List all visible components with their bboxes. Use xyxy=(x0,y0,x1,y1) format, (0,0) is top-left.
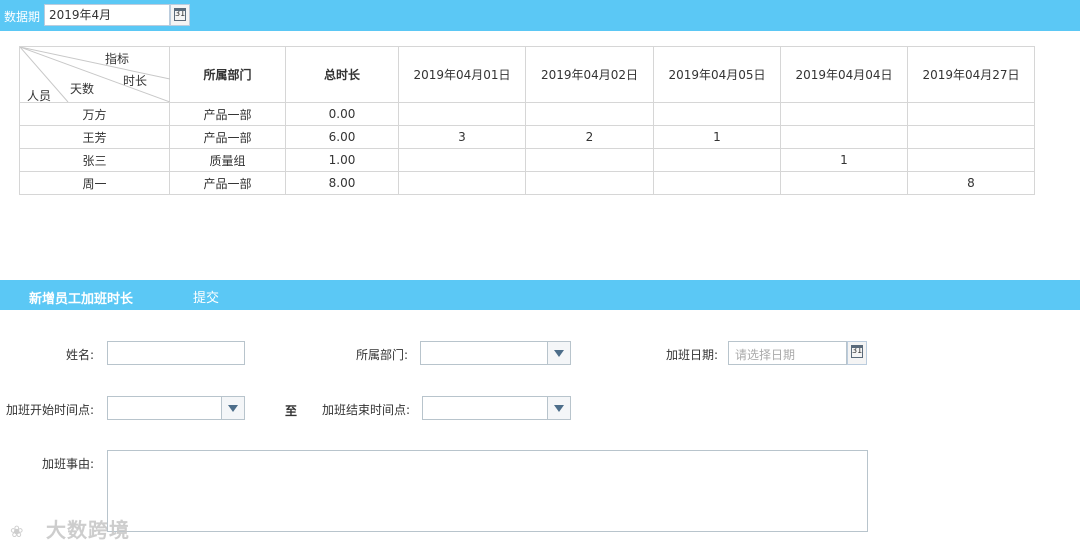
submit-button[interactable]: 提交 xyxy=(193,287,219,306)
chevron-down-icon[interactable] xyxy=(547,397,570,419)
date-label: 加班日期: xyxy=(665,348,718,362)
cell-name: 万方 xyxy=(19,102,170,126)
cell-day-value xyxy=(653,102,781,126)
corner-header-cell: 指标 时长 天数 人员 xyxy=(19,46,170,103)
start-time-select[interactable] xyxy=(107,396,245,420)
cell-day-value: 1 xyxy=(780,148,908,172)
reason-label: 加班事由: xyxy=(41,457,94,471)
start-time-label: 加班开始时间点: xyxy=(5,403,94,417)
watermark-text: 大数跨境 xyxy=(46,518,130,542)
table-row: 张三 质量组 1.00 1 xyxy=(19,148,1035,172)
cell-day-value xyxy=(907,148,1035,172)
header-dept: 所属部门 xyxy=(169,46,286,103)
overtime-table: 指标 时长 天数 人员 所属部门 总时长 2019年04月01日 2019年04… xyxy=(19,46,1035,195)
cell-name: 王芳 xyxy=(19,125,170,149)
form-section-header: 新增员工加班时长 提交 xyxy=(0,280,1080,310)
corner-duration-label: 时长 xyxy=(123,74,148,88)
to-label: 至 xyxy=(285,404,298,418)
cell-day-value xyxy=(907,125,1035,149)
cell-dept: 产品一部 xyxy=(169,171,286,195)
cell-day-value xyxy=(780,102,908,126)
header-date: 2019年04月04日 xyxy=(780,46,908,103)
cell-day-value: 3 xyxy=(398,125,526,149)
table-row: 周一 产品一部 8.00 8 xyxy=(19,171,1035,195)
data-period-input[interactable]: 2019年4月 xyxy=(44,4,170,26)
name-label: 姓名: xyxy=(65,348,94,362)
cell-dept: 产品一部 xyxy=(169,102,286,126)
name-input[interactable] xyxy=(107,341,245,365)
cell-day-value: 1 xyxy=(653,125,781,149)
cell-day-value: 2 xyxy=(525,125,654,149)
top-filter-bar: 数据期 2019年4月 31 xyxy=(0,0,1080,31)
section-title: 新增员工加班时长 xyxy=(29,292,134,307)
chevron-down-icon[interactable] xyxy=(547,342,570,364)
cell-day-value xyxy=(780,125,908,149)
header-date: 2019年04月27日 xyxy=(907,46,1035,103)
cell-day-value xyxy=(525,102,654,126)
corner-metric-label: 指标 xyxy=(105,52,130,66)
date-input[interactable]: 请选择日期 xyxy=(728,341,847,365)
cell-day-value xyxy=(907,102,1035,126)
cell-day-value xyxy=(653,148,781,172)
cell-day-value: 8 xyxy=(907,171,1035,195)
cell-day-value xyxy=(398,148,526,172)
calendar-icon: 31 xyxy=(851,345,863,358)
data-period-label: 数据期 xyxy=(4,10,41,24)
dept-label: 所属部门: xyxy=(355,348,408,362)
corner-person-label: 人员 xyxy=(27,89,52,103)
cell-total: 8.00 xyxy=(285,171,399,195)
cell-name: 周一 xyxy=(19,171,170,195)
cell-total: 0.00 xyxy=(285,102,399,126)
cell-day-value xyxy=(525,148,654,172)
dept-select[interactable] xyxy=(420,341,571,365)
cell-day-value xyxy=(653,171,781,195)
end-time-select[interactable] xyxy=(422,396,571,420)
watermark-logo-icon: ❀ xyxy=(10,522,25,541)
table-row: 万方 产品一部 0.00 xyxy=(19,102,1035,126)
reason-textarea[interactable] xyxy=(107,450,868,532)
cell-name: 张三 xyxy=(19,148,170,172)
cell-day-value xyxy=(398,171,526,195)
table-row: 王芳 产品一部 6.00 3 2 1 xyxy=(19,125,1035,149)
watermark: ❀ 大数跨境 xyxy=(10,514,130,543)
corner-days-label: 天数 xyxy=(70,82,95,96)
date-calendar-button[interactable]: 31 xyxy=(847,341,867,365)
header-date: 2019年04月05日 xyxy=(653,46,781,103)
cell-day-value xyxy=(398,102,526,126)
header-date: 2019年04月01日 xyxy=(398,46,526,103)
cell-dept: 质量组 xyxy=(169,148,286,172)
chevron-down-icon[interactable] xyxy=(221,397,244,419)
calendar-icon: 31 xyxy=(174,8,186,21)
cell-total: 1.00 xyxy=(285,148,399,172)
end-time-label: 加班结束时间点: xyxy=(321,403,410,417)
header-date: 2019年04月02日 xyxy=(525,46,654,103)
period-calendar-button[interactable]: 31 xyxy=(170,4,190,26)
cell-total: 6.00 xyxy=(285,125,399,149)
table-header-row: 指标 时长 天数 人员 所属部门 总时长 2019年04月01日 2019年04… xyxy=(19,46,1035,103)
cell-dept: 产品一部 xyxy=(169,125,286,149)
cell-day-value xyxy=(525,171,654,195)
cell-day-value xyxy=(780,171,908,195)
header-total-duration: 总时长 xyxy=(285,46,399,103)
